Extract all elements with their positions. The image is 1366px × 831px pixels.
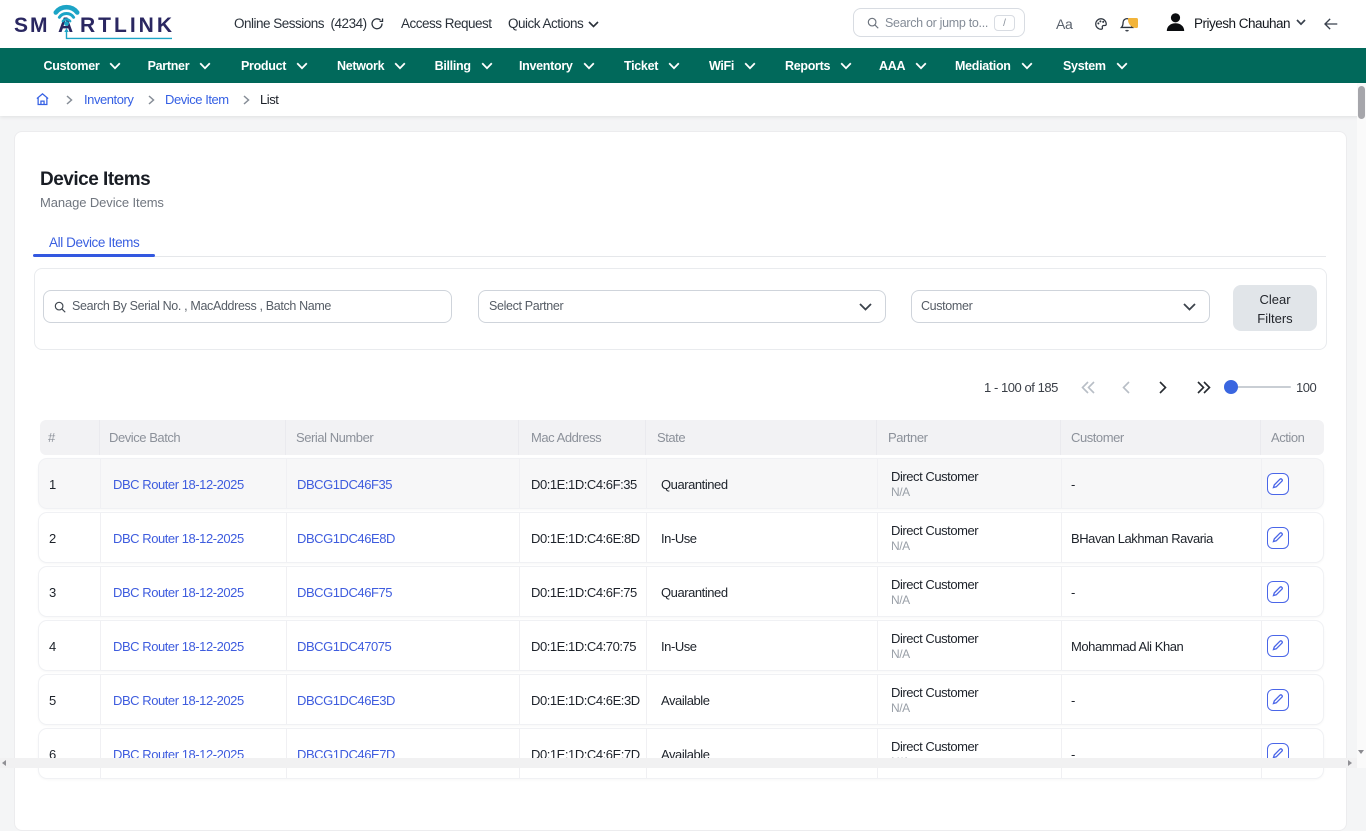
svg-text:SM: SM [14, 14, 50, 37]
svg-text:RTLINK: RTLINK [80, 14, 175, 37]
